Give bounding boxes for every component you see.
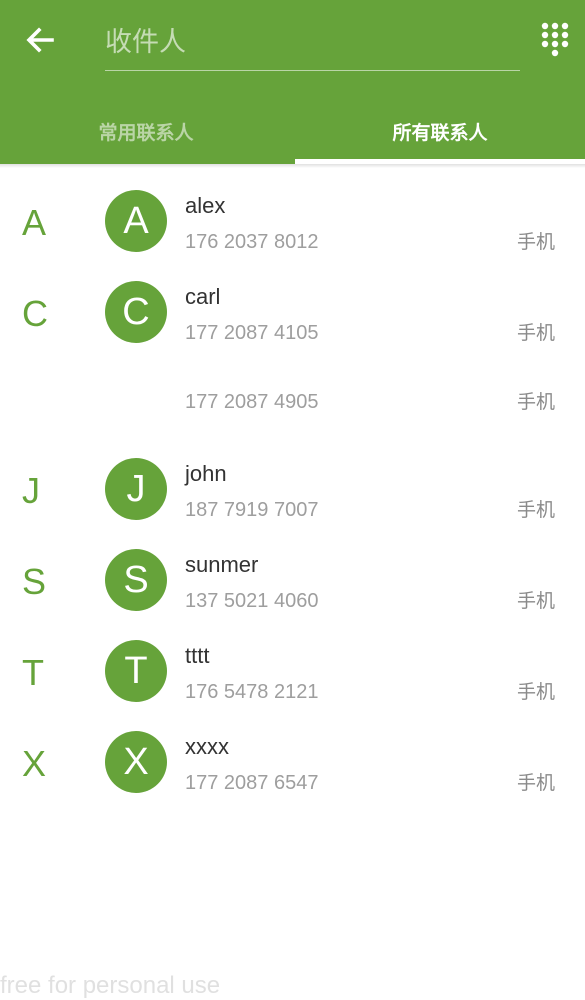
contact-phone: 176 2037 8012	[185, 231, 319, 253]
phone-type-label: 手机	[516, 590, 555, 612]
avatar: A	[105, 190, 167, 252]
dialpad-icon	[541, 22, 569, 57]
contact-phone: 187 7919 7007	[185, 499, 319, 521]
avatar: J	[105, 458, 167, 520]
phone-type-label: 手机	[516, 772, 555, 794]
recipient-search-input[interactable]	[105, 22, 520, 62]
contact-phone: 177 2087 6547	[185, 772, 319, 794]
avatar: X	[105, 731, 167, 793]
phone-type-label: 手机	[516, 499, 555, 521]
section-letter: A	[22, 202, 47, 243]
avatar: T	[105, 640, 167, 702]
contact-row-alex[interactable]: A A alex 176 2037 8012 手机	[0, 165, 585, 256]
contact-row-sunmer[interactable]: S S sunmer 137 5021 4060 手机	[0, 524, 585, 615]
phone-type-label: 手机	[516, 231, 555, 253]
section-letter: X	[22, 743, 47, 784]
contact-row-carl-secondary[interactable]: 177 2087 4905 手机	[0, 325, 585, 413]
dialpad-button[interactable]	[538, 22, 572, 58]
back-button[interactable]	[18, 20, 62, 60]
contact-name: alex	[185, 193, 226, 218]
watermark-text: free for personal use	[0, 972, 221, 999]
contact-name: xxxx	[185, 734, 229, 759]
tab-frequent-contacts[interactable]: 常用联系人	[0, 100, 292, 162]
contact-row-xxxx[interactable]: X X xxxx 177 2087 6547 手机	[0, 706, 585, 797]
contact-name: sunmer	[185, 552, 259, 577]
contact-name: carl	[185, 284, 221, 309]
phone-type-label: 手机	[516, 681, 555, 703]
section-letter: J	[22, 470, 40, 511]
section-letter: S	[22, 561, 47, 602]
contact-phone: 137 5021 4060	[185, 590, 319, 612]
contact-name: john	[185, 461, 227, 486]
contact-phone: 177 2087 4905	[185, 391, 319, 413]
app-bar: 常用联系人 所有联系人	[0, 0, 585, 164]
contact-phone: 176 5478 2121	[185, 681, 319, 703]
arrow-left-icon	[26, 27, 54, 53]
contact-row-john[interactable]: J J john 187 7919 7007 手机	[0, 433, 585, 524]
tab-all-contacts[interactable]: 所有联系人	[295, 100, 585, 162]
avatar: S	[105, 549, 167, 611]
section-letter: T	[22, 652, 44, 693]
contact-row-tttt[interactable]: T T tttt 176 5478 2121 手机	[0, 615, 585, 706]
search-field	[105, 14, 520, 71]
contact-name: tttt	[185, 643, 210, 668]
phone-type-label: 手机	[516, 391, 555, 413]
